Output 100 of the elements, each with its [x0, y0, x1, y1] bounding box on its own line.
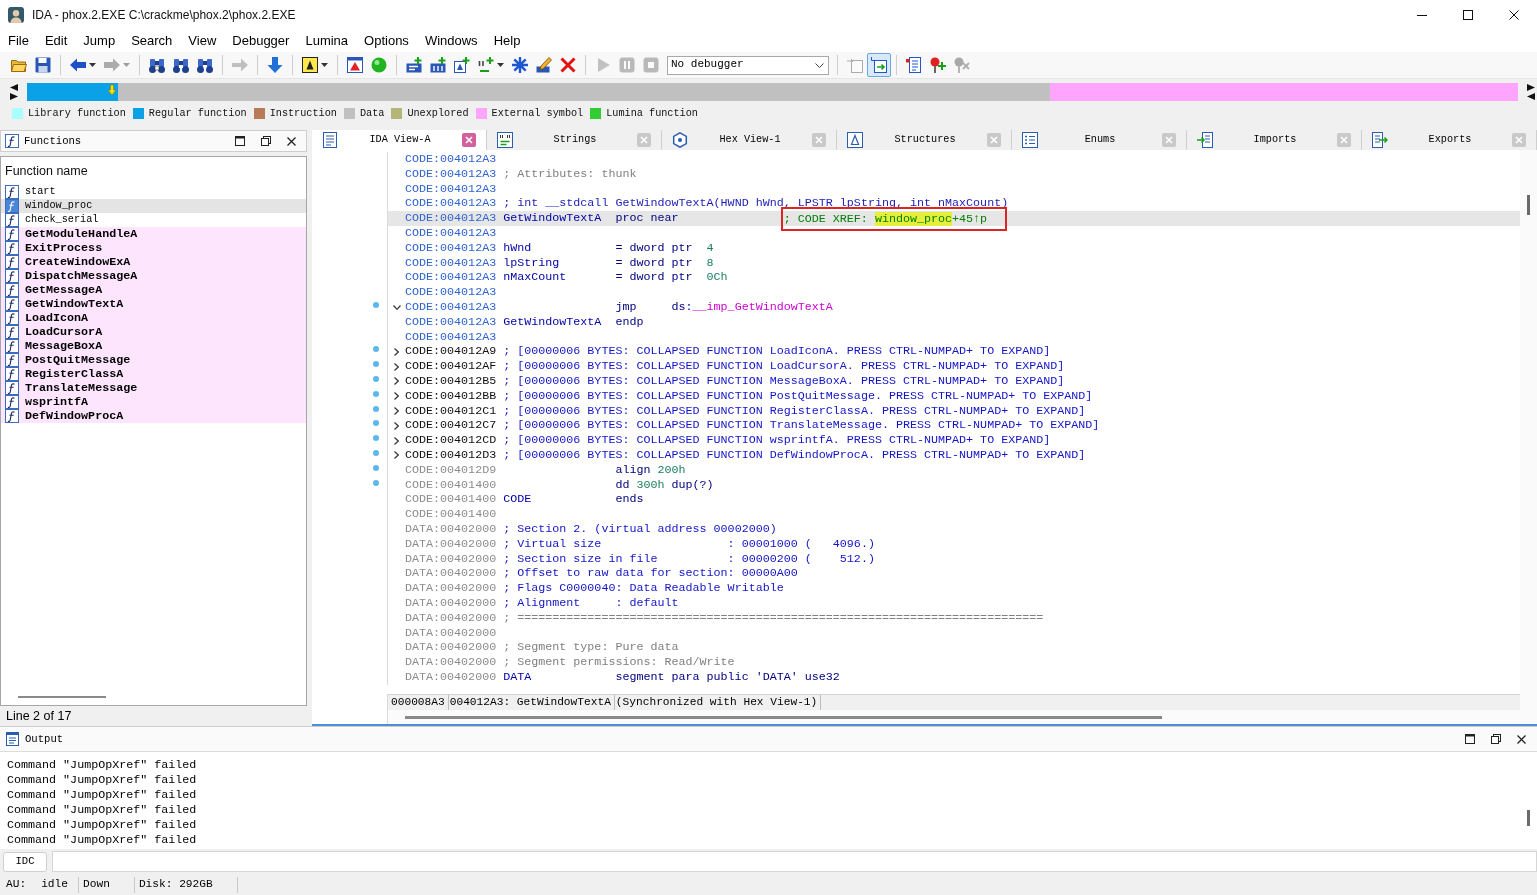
line-address: CODE:004012A3	[405, 226, 497, 241]
line-text: ; ===========================================================================	[503, 610, 1044, 626]
function-list-item[interactable]: ExitProcess	[1, 241, 306, 255]
chevron-right-icon[interactable]	[394, 451, 399, 460]
function-icon	[5, 325, 19, 339]
function-list-item[interactable]: LoadIconA	[1, 311, 306, 325]
chevron-right-icon[interactable]	[394, 362, 399, 371]
function-icon	[5, 395, 19, 409]
function-list-item[interactable]: DispatchMessageA	[1, 269, 306, 283]
plus-grid-icon	[430, 57, 446, 73]
function-list-item[interactable]: check_serial	[1, 213, 306, 227]
function-list-item[interactable]: CreateWindowExA	[1, 255, 306, 269]
function-icon	[5, 283, 19, 297]
command-input[interactable]	[52, 851, 1537, 872]
menu-item[interactable]: Jump	[75, 31, 124, 51]
function-list-item[interactable]: TranslateMessage	[1, 381, 306, 395]
line-text: ; Section size in file : 00000200 ( 512.)	[503, 551, 875, 567]
maximize-icon[interactable]	[1465, 734, 1475, 744]
close-icon[interactable]	[287, 136, 296, 146]
legend-label: Instruction	[269, 107, 337, 121]
line-address: CODE:004012D9	[405, 462, 497, 478]
function-list-item[interactable]: GetMessageA	[1, 283, 306, 297]
menu-item[interactable]: Windows	[416, 31, 486, 51]
output-line: Command "JumpOpXref" failed	[7, 788, 198, 803]
output-line: Command "JumpOpXref" failed	[7, 773, 198, 788]
legend-label: Lumina function	[606, 107, 698, 121]
status-label: AU:	[6, 877, 27, 892]
function-icon	[5, 409, 19, 423]
line-text: ; Section 2. (virtual address 00002000)	[503, 521, 777, 537]
scrollbar-thumb	[1527, 810, 1530, 826]
restore-icon[interactable]	[1491, 734, 1501, 744]
status-text: Disk: 292GB	[138, 877, 213, 892]
scroll-arrows-icon[interactable]	[1527, 82, 1535, 101]
menu-item[interactable]: View	[180, 31, 225, 51]
line-address: CODE:004012A3	[405, 270, 497, 286]
function-list-item[interactable]: start	[1, 185, 306, 199]
restore-icon[interactable]	[261, 136, 271, 146]
binoculars-icon	[197, 57, 213, 73]
line-label: GetWindowTextA	[503, 211, 602, 226]
panel-title: Functions	[24, 134, 82, 148]
navigation-band[interactable]	[27, 82, 1518, 101]
line-address: CODE:004012AF	[405, 359, 497, 374]
quote-plus-icon	[478, 57, 494, 73]
chevron-down-icon[interactable]	[392, 304, 401, 310]
chevron-right-icon[interactable]	[394, 421, 399, 430]
line-address: CODE:004012A3	[405, 285, 497, 300]
chevron-right-icon[interactable]	[394, 377, 399, 386]
chevron-right-icon[interactable]	[394, 347, 399, 356]
document-lines-icon	[6, 732, 19, 746]
function-list-item[interactable]: wsprintfA	[1, 395, 306, 409]
close-icon[interactable]	[1517, 734, 1526, 744]
line-label: DATA	[503, 669, 532, 685]
function-icon	[5, 353, 19, 367]
tab[interactable]: IDA View-A	[312, 130, 487, 150]
function-list-item[interactable]: GetModuleHandleA	[1, 227, 306, 241]
line-address: DATA:00402000	[405, 551, 497, 567]
chevron-right-icon[interactable]	[394, 392, 399, 401]
triangle-tile-icon	[302, 57, 318, 73]
line-address: DATA:00402000	[405, 581, 497, 596]
toolbar-button[interactable]	[867, 53, 891, 77]
chevron-right-icon[interactable]	[394, 406, 399, 415]
warning-window-icon	[347, 57, 363, 73]
quote-tile-icon	[497, 132, 513, 148]
binoculars-icon	[149, 57, 165, 73]
line-instruction: = dword ptr 8	[615, 255, 714, 271]
output-line: Command "JumpOpXref" failed	[7, 758, 198, 773]
scroll-arrows-icon[interactable]	[10, 82, 18, 101]
legend-label: External symbol	[491, 107, 584, 121]
debugger-dropdown[interactable]: No debugger	[667, 55, 829, 75]
maximize-icon	[1463, 10, 1473, 20]
line-address: CODE:004012A3	[405, 314, 497, 330]
person-silhouette-icon	[8, 7, 24, 23]
line-address: CODE:004012D3	[405, 447, 497, 463]
menu-item[interactable]: Search	[123, 31, 181, 51]
line-text: ; Alignment : default	[503, 595, 679, 611]
line-instruction: dd 300h dup(?)	[615, 477, 714, 493]
language-button[interactable]: IDC	[3, 851, 47, 872]
function-list-item[interactable]: MessageBoxA	[1, 339, 306, 353]
menu-item[interactable]: Lumina	[297, 31, 357, 51]
line-text: ; [00000006 BYTES: COLLAPSED FUNCTION TranslateMessage. PRESS CTRL-NUMPAD+ TO EXPAND]	[503, 418, 1100, 434]
column-header[interactable]: Function name	[5, 163, 88, 179]
menu-item[interactable]: Edit	[36, 31, 76, 51]
line-address: DATA:00402000	[405, 655, 497, 670]
menu-item[interactable]: File	[0, 31, 37, 51]
menu-item[interactable]: Debugger	[224, 31, 298, 51]
function-list-item[interactable]: GetWindowTextA	[1, 297, 306, 311]
function-list-item[interactable]: DefWindowProcA	[1, 409, 306, 423]
function-list-item[interactable]: RegisterClassA	[1, 367, 306, 381]
chevron-right-icon[interactable]	[394, 436, 399, 445]
menu-item[interactable]: Help	[485, 31, 529, 51]
pin-cross-icon	[954, 57, 970, 73]
function-list-item[interactable]: PostQuitMessage	[1, 353, 306, 367]
function-icon	[5, 241, 19, 255]
function-list-item[interactable]: window_proc	[1, 199, 306, 213]
cross-icon	[560, 57, 576, 73]
menu-item[interactable]: Options	[356, 31, 417, 51]
function-list-item[interactable]: LoadCursorA	[1, 325, 306, 339]
line-address: CODE:004012A3	[405, 240, 497, 256]
line-address: CODE:004012A3	[405, 299, 497, 315]
maximize-icon[interactable]	[235, 136, 245, 146]
